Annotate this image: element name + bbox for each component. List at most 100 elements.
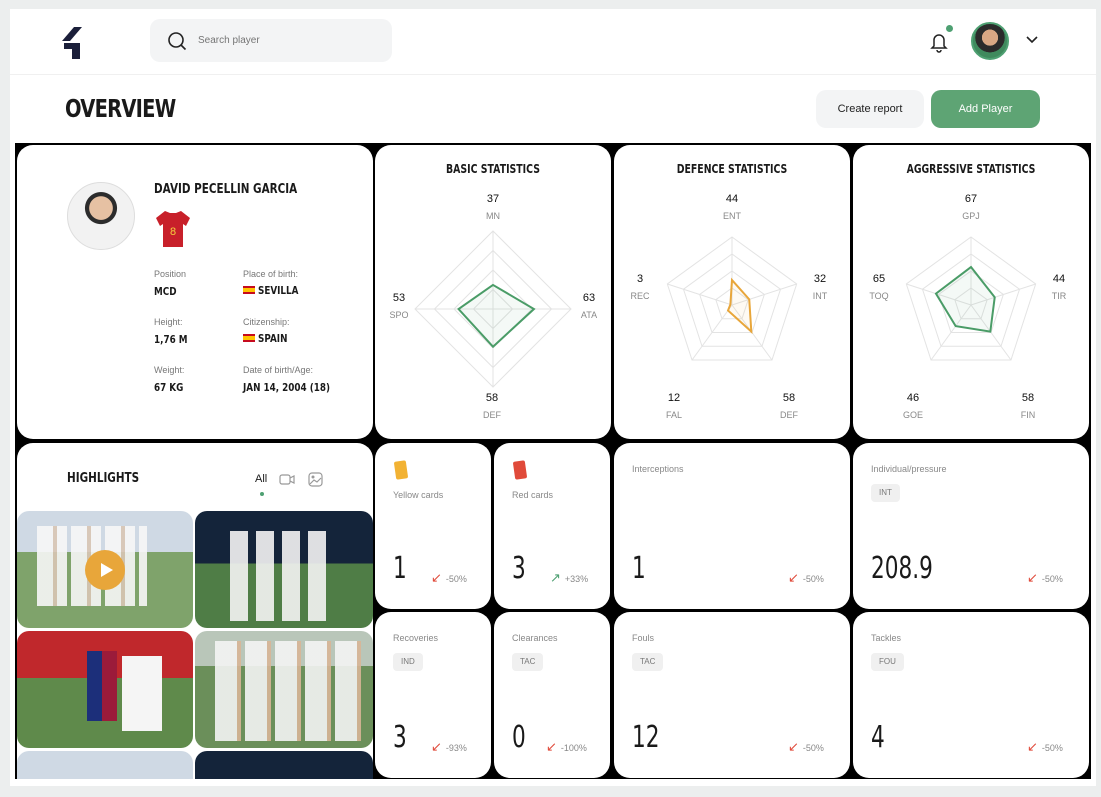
bell-icon[interactable]	[929, 31, 949, 53]
app-logo[interactable]	[60, 25, 86, 61]
aggressive-statistics-card: AGGRESSIVE STATISTICS 67 GPJ 44 TIR 58 FIN 46 GO…	[853, 145, 1089, 439]
trend-down-icon: ↙	[431, 570, 442, 585]
highlight-image-thumbnail[interactable]	[195, 631, 373, 748]
stat-delta: ↙ -50%	[788, 739, 824, 754]
highlight-image-thumbnail[interactable]	[17, 631, 193, 748]
dashboard-grid: DAVID PECELLIN GARCIA 8 Position MCD Pla…	[15, 143, 1091, 779]
yellow-card-icon	[393, 460, 409, 480]
search-input[interactable]	[198, 30, 378, 50]
radar-value-label: 37	[486, 193, 500, 205]
user-avatar[interactable]	[971, 22, 1009, 60]
player-photo	[67, 182, 135, 250]
stat-tag: IND	[393, 653, 423, 671]
recoveries-card: Recoveries IND 3 ↙ -93%	[375, 612, 491, 778]
birthplace-row: SEVILLA	[243, 284, 309, 297]
stat-label: Clearances	[512, 633, 558, 643]
stat-delta: ↙ -50%	[431, 570, 467, 585]
stat-value: 3	[393, 720, 407, 755]
notification-dot	[946, 25, 953, 32]
highlight-image-thumbnail[interactable]	[195, 511, 373, 628]
radar-axis-label: ATA	[580, 310, 598, 320]
radar-series-polygon	[726, 277, 753, 334]
highlights-card: HIGHLIGHTS All	[17, 443, 373, 779]
stat-label: Recoveries	[393, 633, 439, 643]
stat-value: 0	[512, 720, 526, 755]
radar-axis-label: GOE	[902, 410, 923, 420]
stat-label: Tackles	[871, 633, 902, 643]
trend-down-icon: ↙	[1027, 739, 1038, 754]
tackles-card: Tackles FOU 4 ↙ -50%	[853, 612, 1089, 778]
radar-value-label: 58	[1021, 392, 1035, 404]
jersey-icon: 8	[156, 211, 190, 247]
add-player-button[interactable]: Add Player	[931, 90, 1040, 128]
highlight-video-thumbnail[interactable]	[17, 511, 193, 628]
radar-value-label: 58	[485, 392, 499, 404]
title-row: OVERVIEW Create report Add Player	[10, 75, 1096, 143]
radar-value-label: 12	[667, 392, 681, 404]
highlight-image-thumbnail[interactable]	[195, 751, 373, 779]
radar-value-label: 58	[782, 392, 796, 404]
opponent-player-image	[87, 651, 117, 721]
highlight-image-thumbnail[interactable]	[17, 751, 193, 779]
radar-axis-label: DEF	[483, 410, 501, 420]
radar-value-label: 53	[392, 292, 406, 304]
filter-all-tab[interactable]: All	[255, 473, 267, 485]
citizenship-label: Citizenship:	[243, 317, 290, 327]
dob-value: JAN 14, 2004 (18)	[243, 381, 331, 394]
defence-statistics-card: DEFENCE STATISTICS 44 ENT 32 INT 58 DEF 12 FAL 3 R…	[614, 145, 850, 439]
spain-flag-icon	[243, 286, 255, 294]
height-value: 1,76 M	[154, 333, 188, 346]
trend-down-icon: ↙	[431, 739, 442, 754]
stat-value: 1	[393, 551, 407, 586]
stat-tag: TAC	[632, 653, 664, 671]
radar-axis-label: INT	[812, 291, 828, 301]
trend-down-icon: ↙	[788, 570, 799, 585]
clearances-card: Clearances TAC 0 ↙ -100%	[494, 612, 610, 778]
stat-tag: TAC	[512, 653, 544, 671]
image-icon[interactable]	[308, 472, 323, 487]
player-profile-card: DAVID PECELLIN GARCIA 8 Position MCD Pla…	[17, 145, 373, 439]
radar-axis-label: MN	[486, 211, 500, 221]
radar-axis-label: SPO	[389, 310, 409, 320]
stat-delta: ↙ -50%	[1027, 739, 1063, 754]
stat-delta: ↙ -100%	[546, 739, 587, 754]
weight-value: 67 KG	[154, 381, 184, 394]
weight-label: Weight:	[154, 365, 185, 375]
spain-flag-icon	[243, 334, 255, 342]
position-value: MCD	[154, 285, 177, 298]
stat-label: Interceptions	[632, 464, 684, 474]
interceptions-card: Interceptions 1 ↙ -50%	[614, 443, 850, 609]
trend-down-icon: ↙	[546, 739, 557, 754]
individual-pressure-card: Individual/pressure INT 208.9 ↙ -50%	[853, 443, 1089, 609]
stat-value: 3	[512, 551, 526, 586]
play-button[interactable]	[85, 550, 125, 590]
create-report-button[interactable]: Create report	[816, 90, 924, 128]
stat-delta: ↗ +33%	[550, 570, 589, 585]
video-icon[interactable]	[279, 473, 295, 486]
trend-up-icon: ↗	[550, 570, 561, 585]
team-huddle-image	[215, 641, 365, 741]
page-title: OVERVIEW	[65, 94, 176, 123]
chevron-down-icon[interactable]	[1025, 35, 1039, 45]
highlights-title: HIGHLIGHTS	[67, 471, 140, 486]
citizenship-value: SPAIN	[258, 332, 288, 345]
position-label: Position	[154, 269, 187, 279]
top-bar	[10, 9, 1096, 75]
radar-axis-label: GPJ	[962, 211, 980, 221]
stat-tag: INT	[871, 484, 900, 502]
stat-delta: ↙ -50%	[1027, 570, 1063, 585]
radar-value-label: 3	[636, 273, 644, 285]
stat-value: 4	[871, 720, 885, 755]
radar-value-label: 44	[725, 193, 739, 205]
yellow-cards-card: Yellow cards 1 ↙ -50%	[375, 443, 491, 609]
stat-value: 12	[632, 720, 660, 755]
stat-label: Fouls	[632, 633, 655, 643]
citizenship-row: SPAIN	[243, 332, 295, 345]
height-label: Height:	[154, 317, 183, 327]
player-name: DAVID PECELLIN GARCIA	[154, 182, 298, 197]
players-night-image	[230, 531, 330, 621]
stat-delta: ↙ -93%	[431, 739, 467, 754]
search-box[interactable]	[150, 19, 392, 62]
radar-value-label: 65	[872, 273, 886, 285]
stat-label: Red cards	[512, 490, 554, 500]
